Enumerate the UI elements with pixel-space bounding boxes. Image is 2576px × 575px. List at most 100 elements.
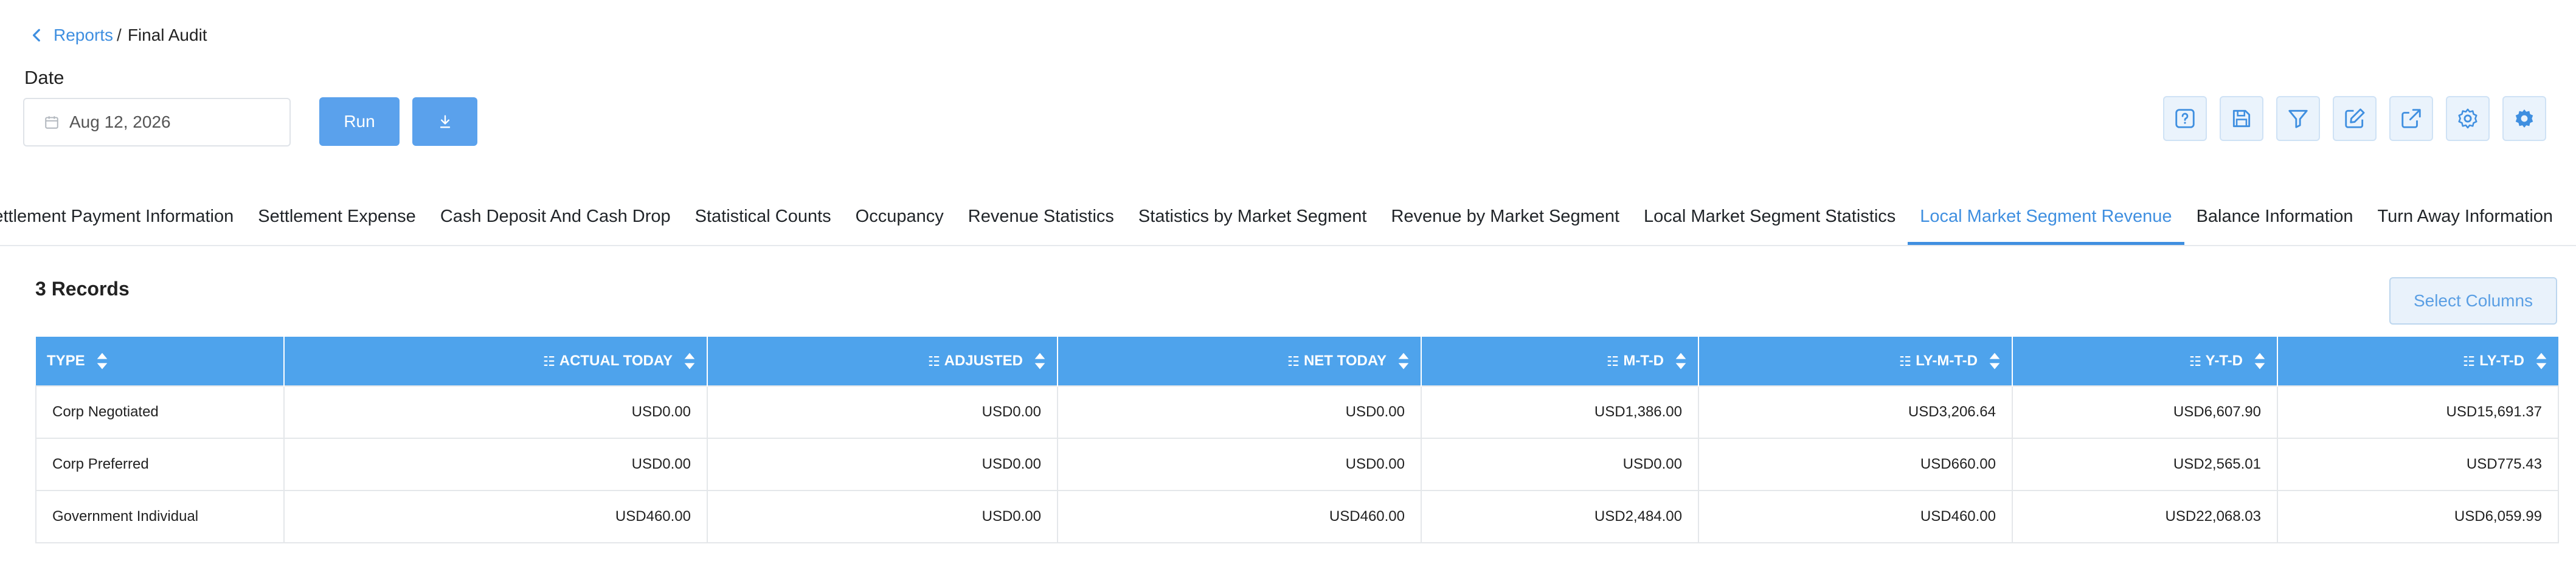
cell-ly-mtd: USD460.00 [1698,490,2013,543]
help-icon [2175,109,2195,128]
calendar-icon [45,116,58,129]
cell-net-today: USD0.00 [1057,385,1422,439]
column-list-icon [2463,356,2474,366]
settings-button[interactable] [2446,96,2490,141]
help-button[interactable] [2163,96,2207,141]
cell-actual-today: USD460.00 [283,490,708,543]
column-list-icon [2190,356,2200,366]
column-header-ly-mtd[interactable]: LY-M-T-D [1698,337,2013,386]
cell-adjusted: USD0.00 [707,385,1058,439]
advanced-settings-icon [2515,109,2533,128]
edit-icon [2345,108,2365,128]
sort-icon[interactable] [1989,351,2001,371]
filter-icon [2288,109,2308,128]
column-list-icon [1288,356,1299,366]
cell-adjusted: USD0.00 [707,438,1058,491]
tab-revenue-statistics[interactable]: Revenue Statistics [956,201,1126,239]
table-header-row: TYPE ACTUAL TODAY ADJUSTED NET TODAY M-T… [36,337,2558,386]
column-header-type[interactable]: TYPE [36,337,285,386]
column-header-ly-ytd[interactable]: LY-T-D [2277,337,2558,386]
edit-button[interactable] [2333,96,2377,141]
tab-revenue-by-market-segment[interactable]: Revenue by Market Segment [1379,201,1632,239]
report-toolbar [2163,96,2546,141]
breadcrumb: Reports / Final Audit [29,26,207,45]
column-list-icon [929,356,939,366]
cell-ly-mtd: USD3,206.64 [1698,385,2013,439]
tab-occupancy[interactable]: Occupancy [843,201,956,239]
cell-net-today: USD460.00 [1057,490,1422,543]
filter-button[interactable] [2276,96,2320,141]
cell-ly-ytd: USD15,691.37 [2277,385,2559,439]
column-label: ADJUSTED [944,353,1023,369]
column-list-icon [1608,356,1618,366]
breadcrumb-reports-link[interactable]: Reports [54,26,113,45]
cell-actual-today: USD0.00 [283,385,708,439]
column-header-ytd[interactable]: Y-T-D [2012,337,2278,386]
tab-settlement-expense[interactable]: Settlement Expense [246,201,428,239]
column-header-actual-today[interactable]: ACTUAL TODAY [284,337,708,386]
tab-turn-away-information[interactable]: Turn Away Information [2366,201,2566,239]
download-icon [440,115,450,128]
column-header-mtd[interactable]: M-T-D [1421,337,1699,386]
settings-icon [2458,108,2477,129]
cell-type: Corp Negotiated [35,385,285,439]
cell-ly-mtd: USD660.00 [1698,438,2013,491]
column-label: M-T-D [1623,353,1664,369]
column-header-net-today[interactable]: NET TODAY [1058,337,1422,386]
cell-ytd: USD22,068.03 [2012,490,2278,543]
column-label: Y-T-D [2205,353,2243,369]
revenue-table: TYPE ACTUAL TODAY ADJUSTED NET TODAY M-T… [35,337,2559,543]
cell-net-today: USD0.00 [1057,438,1422,491]
sort-icon[interactable] [1034,351,1046,371]
cell-ly-ytd: USD775.43 [2277,438,2559,491]
tab-local-market-segment-revenue[interactable]: Local Market Segment Revenue [1908,201,2184,245]
tab-settlement-payment-information[interactable]: Settlement Payment Information [0,201,246,239]
cell-type: Government Individual [35,490,285,543]
report-tabs: Settlement Payment Information Settlemen… [0,201,2576,246]
column-header-adjusted[interactable]: ADJUSTED [707,337,1058,386]
column-label: TYPE [47,353,85,369]
cell-adjusted: USD0.00 [707,490,1058,543]
column-list-icon [544,356,554,366]
open-external-button[interactable] [2389,96,2433,141]
cell-type: Corp Preferred [35,438,285,491]
cell-mtd: USD1,386.00 [1421,385,1699,439]
date-input[interactable]: Aug 12, 2026 [23,98,291,146]
table-row[interactable]: Government Individual USD460.00 USD0.00 … [35,490,2559,543]
column-label: NET TODAY [1303,353,1387,369]
date-label: Date [24,67,64,88]
tab-local-market-segment-statistics[interactable]: Local Market Segment Statistics [1632,201,1908,239]
date-value: Aug 12, 2026 [69,112,171,131]
tab-balance-information[interactable]: Balance Information [2184,201,2366,239]
tab-cash-deposit-and-cash-drop[interactable]: Cash Deposit And Cash Drop [428,201,683,239]
sort-icon[interactable] [2535,351,2547,371]
sort-icon[interactable] [1397,351,1410,371]
cell-ytd: USD6,607.90 [2012,385,2278,439]
column-label: ACTUAL TODAY [559,353,673,369]
cell-mtd: USD0.00 [1421,438,1699,491]
table-row[interactable]: Corp Negotiated USD0.00 USD0.00 USD0.00 … [35,385,2559,439]
sort-icon[interactable] [684,351,696,371]
chevron-left-icon[interactable] [29,27,45,43]
cell-ytd: USD2,565.01 [2012,438,2278,491]
table-row[interactable]: Corp Preferred USD0.00 USD0.00 USD0.00 U… [35,438,2559,491]
sort-icon[interactable] [96,351,108,371]
sort-icon[interactable] [2254,351,2266,371]
cell-mtd: USD2,484.00 [1421,490,1699,543]
tab-statistical-counts[interactable]: Statistical Counts [683,201,843,239]
tab-statistics-by-market-segment[interactable]: Statistics by Market Segment [1126,201,1379,239]
save-button[interactable] [2220,96,2263,141]
breadcrumb-current: Final Audit [127,26,207,44]
external-link-icon [2401,109,2421,128]
run-button[interactable]: Run [319,97,400,146]
sort-icon[interactable] [1675,351,1687,371]
save-icon [2232,109,2251,128]
breadcrumb-separator: / [117,26,122,44]
advanced-settings-button[interactable] [2502,96,2546,141]
column-label: LY-T-D [2479,353,2524,369]
cell-ly-ytd: USD6,059.99 [2277,490,2559,543]
records-count: 3 Records [35,278,130,300]
select-columns-button[interactable]: Select Columns [2389,277,2557,325]
column-label: LY-M-T-D [1916,353,1978,369]
download-button[interactable] [412,97,477,146]
